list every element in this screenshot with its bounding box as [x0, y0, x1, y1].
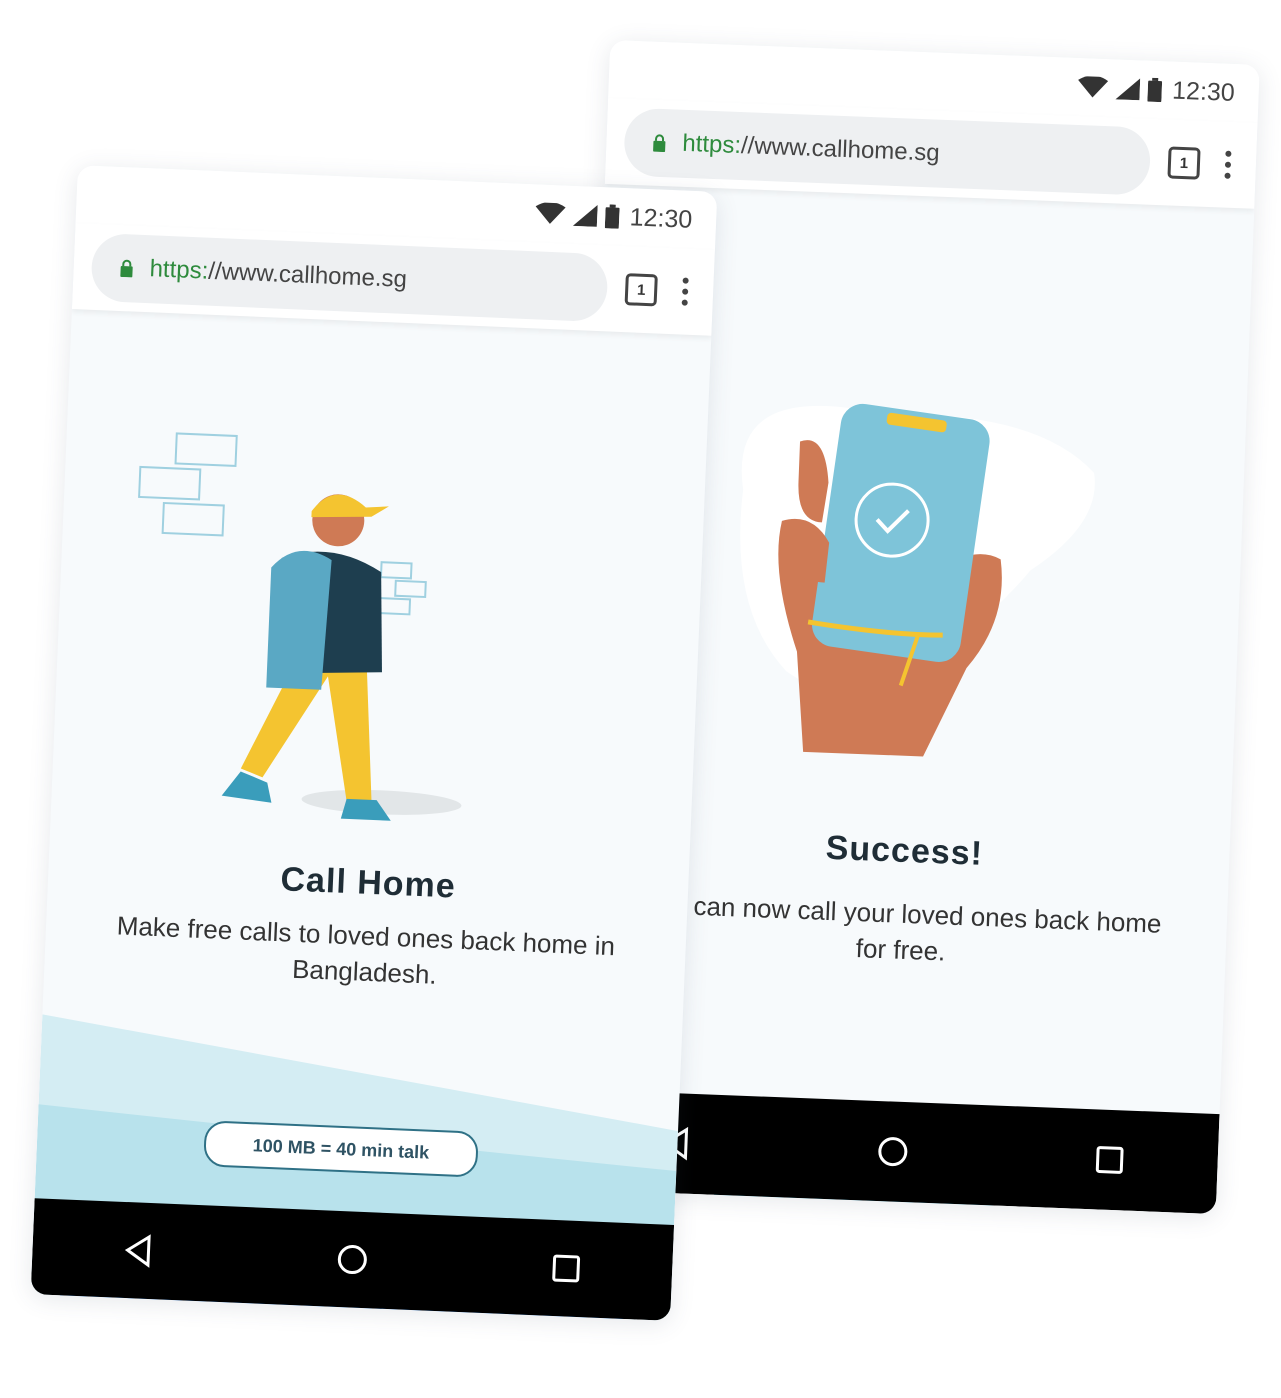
walking-man-illustration [138, 432, 462, 821]
call-home-title: Call Home [279, 860, 457, 906]
call-home-description: Make free calls to loved ones back home … [116, 910, 616, 990]
signal-icon [1115, 78, 1141, 101]
hand-phone-illustration [740, 403, 1095, 757]
nav-home-icon[interactable] [875, 1134, 910, 1169]
nav-home-icon[interactable] [335, 1242, 370, 1277]
tabs-icon[interactable]: 1 [1167, 146, 1201, 180]
status-time: 12:30 [629, 202, 693, 234]
call-home-content: Call Home Make free calls to loved ones … [34, 309, 711, 1321]
lock-icon [120, 259, 133, 278]
battery-icon [605, 204, 621, 229]
data-info-pill: 100 MB = 40 min talk [203, 1120, 479, 1178]
nav-back-icon[interactable] [123, 1233, 154, 1268]
wifi-icon [1078, 75, 1109, 98]
url-bar[interactable]: https://www.callhome.sg [90, 232, 609, 323]
wifi-icon [536, 202, 567, 224]
lock-icon [653, 134, 666, 153]
url-bar[interactable]: https://www.callhome.sg [623, 107, 1152, 196]
url-text: https://www.callhome.sg [149, 255, 408, 293]
nav-recents-icon[interactable] [551, 1253, 582, 1284]
more-vert-icon[interactable] [675, 277, 696, 306]
battery-icon [1147, 77, 1163, 103]
status-time: 12:30 [1171, 76, 1236, 107]
signal-icon [573, 204, 599, 227]
more-vert-icon[interactable] [1217, 150, 1238, 179]
call-home-phone: 12:30 https://www.callhome.sg 1 Call Hom… [30, 165, 718, 1321]
tabs-icon[interactable]: 1 [624, 273, 658, 307]
url-text: https://www.callhome.sg [681, 129, 941, 167]
nav-recents-icon[interactable] [1094, 1144, 1125, 1175]
